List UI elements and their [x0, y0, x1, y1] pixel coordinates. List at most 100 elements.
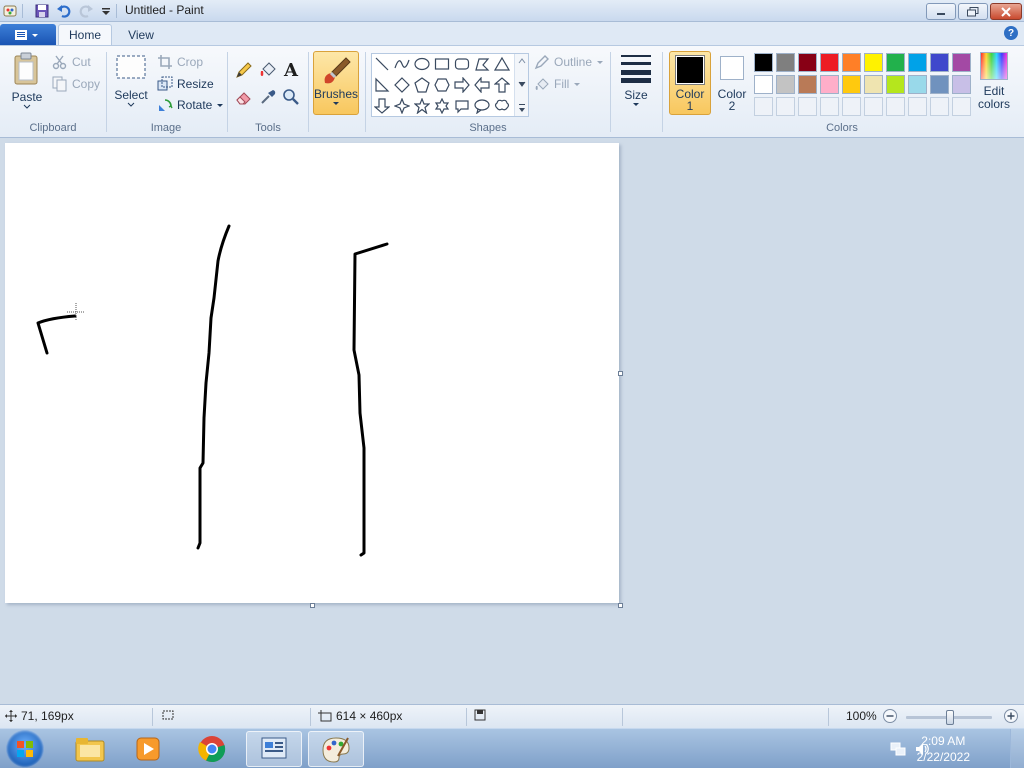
color-picker-tool[interactable] [257, 86, 279, 108]
shape-six-point-star[interactable] [432, 96, 451, 115]
shape-hexagon[interactable] [432, 75, 451, 94]
palette-swatch[interactable] [798, 75, 817, 94]
shape-pentagon[interactable] [412, 75, 431, 94]
palette-swatch-empty[interactable] [820, 97, 839, 116]
taskbar-control-panel[interactable] [246, 731, 302, 767]
shape-polygon[interactable] [472, 54, 491, 73]
eraser-tool[interactable] [233, 86, 255, 108]
shape-line[interactable] [372, 54, 391, 73]
fill-tool[interactable] [257, 59, 279, 81]
palette-swatch-empty[interactable] [930, 97, 949, 116]
palette-swatch[interactable] [754, 53, 773, 72]
resize-handle-corner[interactable] [618, 603, 623, 608]
resize-handle-right[interactable] [618, 371, 623, 376]
start-button[interactable] [6, 730, 44, 768]
palette-swatch[interactable] [864, 75, 883, 94]
magnifier-tool[interactable] [280, 86, 302, 108]
size-button[interactable]: Size [616, 52, 656, 107]
resize-button[interactable]: Resize [157, 75, 214, 93]
zoom-slider-thumb[interactable] [946, 710, 954, 725]
crop-button[interactable]: Crop [157, 53, 203, 71]
shape-diamond[interactable] [392, 75, 411, 94]
palette-swatch[interactable] [886, 75, 905, 94]
zoom-in-button[interactable] [1003, 708, 1019, 724]
pencil-tool[interactable] [233, 59, 255, 81]
palette-swatch[interactable] [886, 53, 905, 72]
brushes-button[interactable]: Brushes [313, 51, 359, 115]
palette-swatch[interactable] [798, 53, 817, 72]
copy-button[interactable]: Copy [52, 75, 100, 93]
shapes-scroll[interactable] [514, 54, 528, 116]
shape-right-triangle[interactable] [372, 75, 391, 94]
shape-rounded-rectangle[interactable] [452, 54, 471, 73]
shape-rectangle[interactable] [432, 54, 451, 73]
shape-left-arrow[interactable] [472, 75, 491, 94]
palette-swatch[interactable] [820, 53, 839, 72]
cut-button[interactable]: Cut [52, 53, 91, 71]
color1-button[interactable]: Color 1 [669, 51, 711, 115]
fill-dropdown[interactable]: Fill [534, 75, 581, 93]
drawing-canvas[interactable] [5, 143, 619, 603]
palette-swatch[interactable] [952, 75, 971, 94]
palette-swatch[interactable] [930, 53, 949, 72]
palette-swatch[interactable] [908, 75, 927, 94]
palette-swatch-empty[interactable] [842, 97, 861, 116]
file-menu-button[interactable] [0, 24, 56, 45]
shape-curve[interactable] [392, 54, 411, 73]
taskbar-paint[interactable] [308, 731, 364, 767]
network-icon[interactable] [890, 741, 906, 760]
palette-swatch[interactable] [908, 53, 927, 72]
paste-button[interactable]: Paste [8, 52, 46, 109]
taskbar-explorer[interactable] [62, 731, 118, 767]
palette-swatch[interactable] [952, 53, 971, 72]
palette-swatch-empty[interactable] [798, 97, 817, 116]
close-button[interactable] [990, 3, 1022, 20]
taskbar-media-player[interactable] [120, 731, 176, 767]
palette-swatch[interactable] [930, 75, 949, 94]
palette-swatch-empty[interactable] [952, 97, 971, 116]
redo-icon[interactable] [78, 3, 94, 19]
shape-four-point-star[interactable] [392, 96, 411, 115]
shape-oval-callout[interactable] [472, 96, 491, 115]
shape-up-arrow[interactable] [492, 75, 511, 94]
zoom-slider[interactable] [906, 710, 992, 725]
customize-quick-access-icon[interactable] [98, 3, 114, 19]
taskbar-chrome[interactable] [184, 731, 240, 767]
outline-dropdown[interactable]: Outline [534, 53, 604, 71]
palette-swatch[interactable] [842, 53, 861, 72]
select-button[interactable]: Select [112, 52, 150, 107]
resize-handle-bottom[interactable] [310, 603, 315, 608]
minimize-button[interactable] [926, 3, 956, 20]
tab-home[interactable]: Home [58, 24, 112, 45]
palette-swatch-empty[interactable] [908, 97, 927, 116]
shape-triangle[interactable] [492, 54, 511, 73]
taskbar-clock[interactable]: 2:09 AM 2/22/2022 [917, 733, 970, 765]
shape-down-arrow[interactable] [372, 96, 391, 115]
shape-cloud-callout[interactable] [492, 96, 511, 115]
palette-swatch[interactable] [820, 75, 839, 94]
color2-button[interactable]: Color 2 [713, 54, 751, 118]
show-desktop-button[interactable] [1010, 729, 1024, 768]
tab-view[interactable]: View [118, 24, 164, 45]
palette-swatch-empty[interactable] [754, 97, 773, 116]
text-tool[interactable]: A [280, 59, 302, 81]
help-icon[interactable]: ? [1004, 26, 1018, 40]
palette-swatch-empty[interactable] [776, 97, 795, 116]
palette-swatch[interactable] [864, 53, 883, 72]
palette-swatch[interactable] [842, 75, 861, 94]
undo-icon[interactable] [56, 3, 72, 19]
paint-app-icon[interactable] [2, 3, 18, 19]
shape-right-arrow[interactable] [452, 75, 471, 94]
palette-swatch[interactable] [776, 53, 795, 72]
palette-swatch[interactable] [754, 75, 773, 94]
save-icon[interactable] [34, 3, 50, 19]
restore-button[interactable] [958, 3, 988, 20]
zoom-out-button[interactable] [882, 708, 898, 724]
shape-rounded-callout[interactable] [452, 96, 471, 115]
palette-swatch-empty[interactable] [886, 97, 905, 116]
shape-five-point-star[interactable] [412, 96, 431, 115]
palette-swatch[interactable] [776, 75, 795, 94]
rotate-button[interactable]: Rotate [157, 96, 224, 114]
palette-swatch-empty[interactable] [864, 97, 883, 116]
edit-colors-button[interactable]: Edit colors [975, 52, 1013, 111]
